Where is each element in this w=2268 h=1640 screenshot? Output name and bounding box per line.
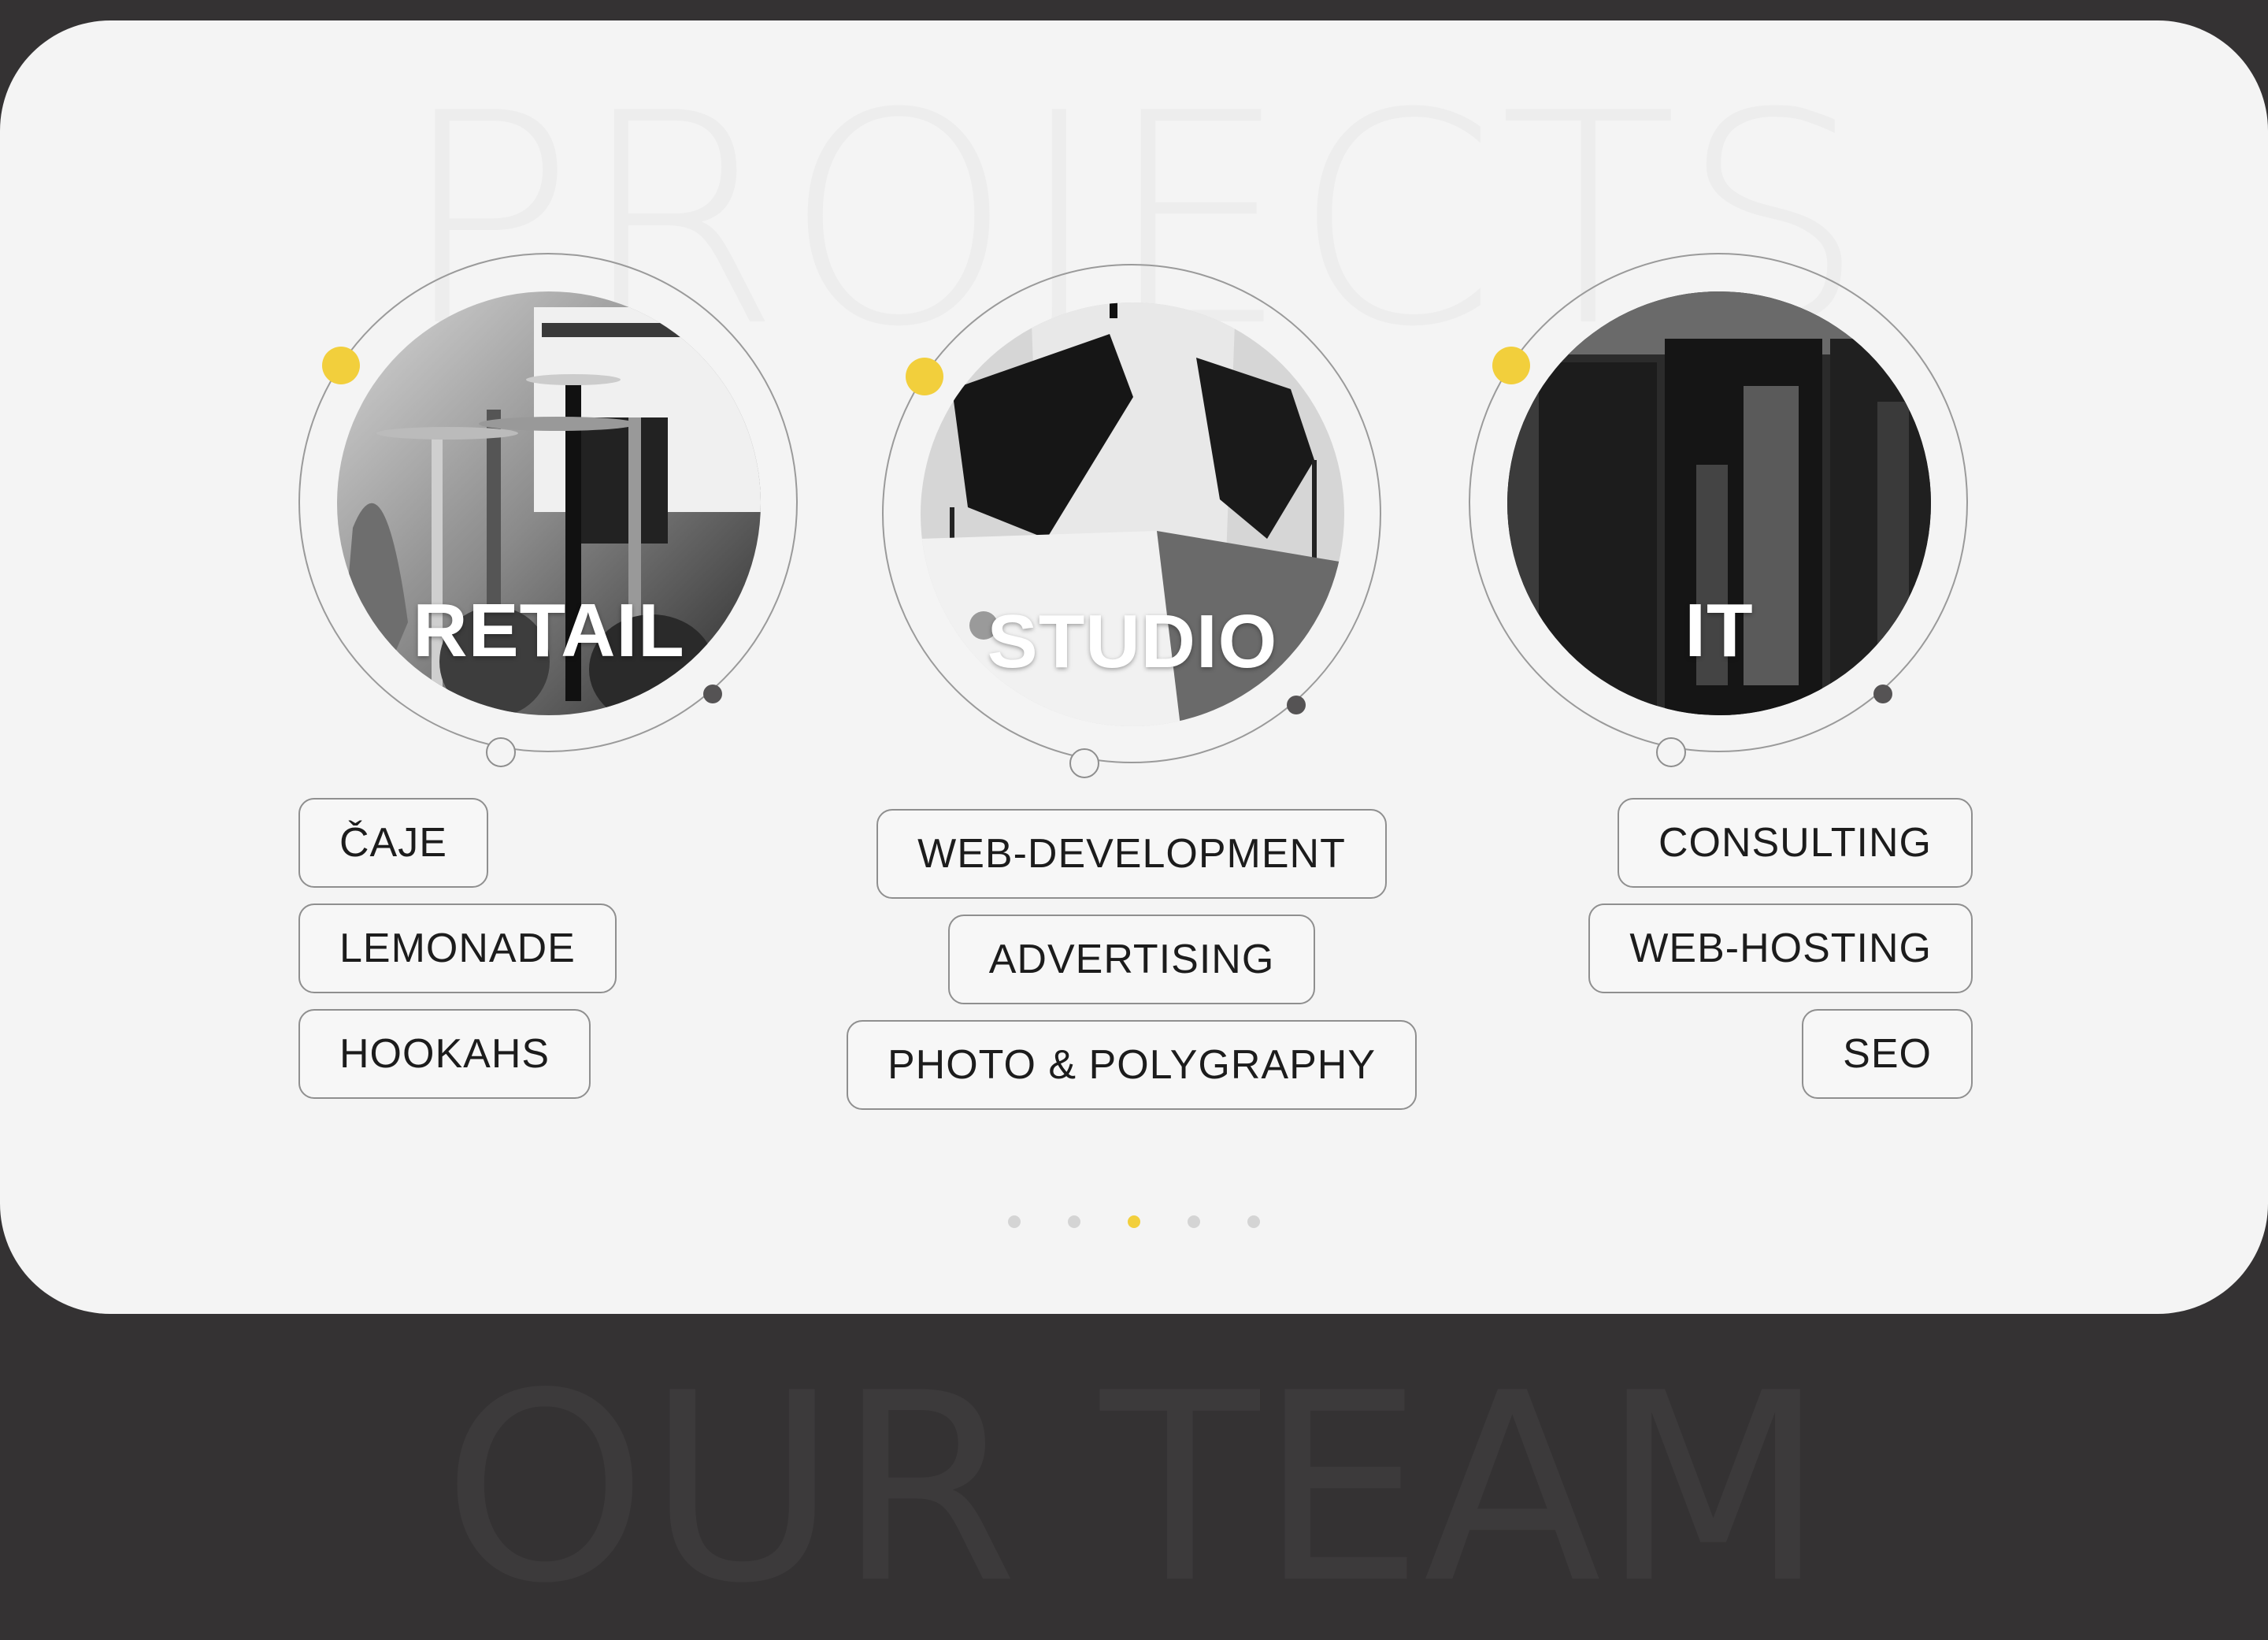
tag-button[interactable]: ČAJE [298, 798, 488, 888]
tag-button[interactable]: CONSULTING [1617, 798, 1973, 888]
project-tags-studio: WEB-DEVELOPMENT ADVERTISING PHOTO & POLY… [847, 20, 1418, 1171]
pagination-dot[interactable] [1128, 1215, 1140, 1228]
tag-list: ČAJE LEMONADE HOOKAHS [298, 798, 850, 1115]
tag-button[interactable]: HOOKAHS [298, 1009, 591, 1099]
project-card-it[interactable]: IT CONSULTING WEB-HOSTING SEO [1445, 20, 1996, 1171]
project-label: RETAIL [413, 588, 685, 673]
projects-panel: PROJECTS RETAIL ČAJE LEMONADE HOOKAHS ST… [0, 20, 2268, 1314]
project-card-retail[interactable]: RETAIL ČAJE LEMONADE HOOKAHS [275, 20, 826, 1171]
orbit-ring-dot [1656, 737, 1686, 767]
next-section-title: OUR TEAM [442, 1338, 1826, 1640]
tag-button[interactable]: WEB-DEVELOPMENT [876, 809, 1387, 899]
tag-button[interactable]: PHOTO & POLYGRAPHY [847, 1020, 1418, 1110]
pagination-dot[interactable] [1247, 1215, 1260, 1228]
tag-button[interactable]: WEB-HOSTING [1588, 903, 1973, 993]
accent-dot [322, 347, 360, 384]
tag-list: CONSULTING WEB-HOSTING SEO [1421, 798, 1973, 1115]
pagination-dot[interactable] [1008, 1215, 1021, 1228]
orbit-dot [1873, 685, 1892, 703]
tag-button[interactable]: SEO [1802, 1009, 1973, 1099]
pagination-dot[interactable] [1068, 1215, 1080, 1228]
accent-dot [1492, 347, 1530, 384]
carousel-pagination [0, 1215, 2268, 1228]
orbit-ring-dot [486, 737, 516, 767]
project-label: IT [1684, 588, 1754, 673]
tag-button[interactable]: ADVERTISING [947, 915, 1316, 1004]
pagination-dot[interactable] [1188, 1215, 1200, 1228]
tag-button[interactable]: LEMONADE [298, 903, 617, 993]
tag-list: WEB-DEVELOPMENT ADVERTISING PHOTO & POLY… [847, 809, 1418, 1126]
orbit-dot [703, 685, 722, 703]
